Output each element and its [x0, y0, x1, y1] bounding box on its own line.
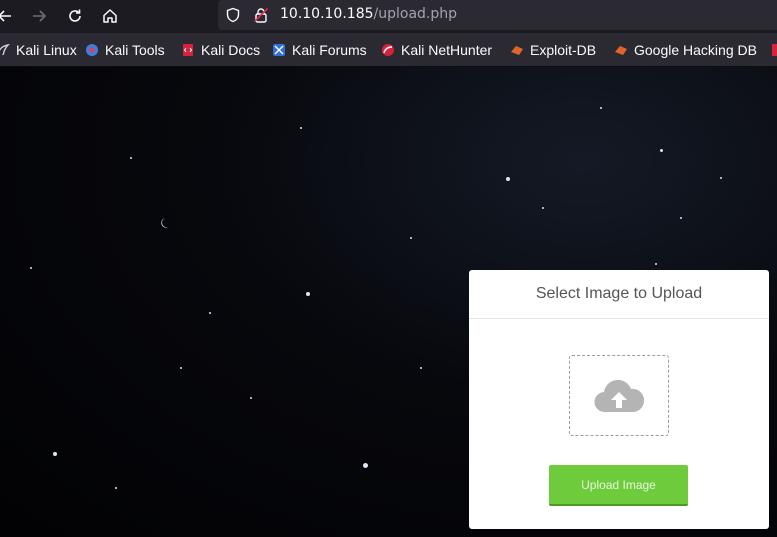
ghdb-icon — [615, 46, 627, 55]
star — [506, 177, 510, 181]
cloud-upload-icon — [594, 379, 645, 412]
bookmark-exploit-db[interactable]: Exploit-DB — [510, 40, 596, 60]
reload-button[interactable] — [64, 5, 86, 27]
bookmarks-bar: Kali Linux Kali Tools Kali Docs Kali For… — [0, 33, 777, 67]
browser-toolbar: 10.10.10.185/upload.php — [0, 0, 777, 33]
kali-forums-icon — [273, 44, 285, 56]
exploit-db-icon — [511, 46, 523, 55]
kali-nethunter-icon — [382, 44, 394, 56]
url-host: 10.10.10.185 — [280, 6, 374, 22]
star — [115, 487, 117, 489]
kali-docs-icon — [183, 44, 193, 56]
bookmark-label: Kali Linux — [16, 42, 77, 58]
bookmark-label: Kali Tools — [105, 42, 165, 58]
star — [542, 207, 544, 209]
home-icon — [103, 9, 117, 23]
star — [250, 397, 252, 399]
forward-arrow-icon — [33, 10, 47, 22]
bookmark-partial-icon — [772, 44, 777, 56]
star — [30, 267, 32, 269]
star — [600, 107, 602, 109]
bookmark-label: Exploit-DB — [530, 42, 597, 58]
forward-button[interactable] — [28, 5, 50, 27]
star — [680, 217, 682, 219]
upload-image-button[interactable]: Upload Image — [549, 465, 688, 506]
star — [53, 452, 57, 456]
bookmark-label: Kali NetHunter — [401, 42, 493, 58]
bookmark-kali-tools[interactable]: Kali Tools — [85, 40, 165, 60]
bookmark-label: Kali Docs — [201, 42, 261, 58]
bookmark-overflow[interactable] — [770, 40, 777, 60]
star — [306, 292, 310, 296]
star — [363, 463, 368, 468]
page-background: Select Image to Upload Upload Image — [0, 67, 777, 537]
url-bar[interactable]: 10.10.10.185/upload.php — [218, 0, 777, 30]
kali-tools-icon — [86, 44, 98, 56]
bookmark-label: Google Hacking DB — [634, 42, 757, 58]
insecure-lock-icon[interactable] — [252, 6, 270, 24]
kali-dragon-icon — [0, 43, 10, 56]
star — [410, 237, 412, 239]
bookmark-google-hacking-db[interactable]: Google Hacking DB — [614, 40, 757, 60]
bookmark-label: Kali Forums — [292, 42, 367, 58]
bookmark-kali-linux[interactable]: Kali Linux — [0, 40, 77, 60]
url-text[interactable]: 10.10.10.185/upload.php — [280, 6, 457, 22]
star — [420, 367, 422, 369]
star — [130, 157, 132, 159]
upload-card: Select Image to Upload Upload Image — [469, 270, 769, 529]
star — [720, 177, 722, 179]
back-arrow-icon — [0, 10, 11, 22]
star — [655, 263, 657, 265]
bookmark-kali-nethunter[interactable]: Kali NetHunter — [381, 40, 492, 60]
upload-card-title: Select Image to Upload — [469, 270, 769, 319]
url-path: /upload.php — [373, 6, 458, 22]
star — [300, 127, 302, 129]
reload-icon — [69, 9, 81, 22]
crescent-moon-icon — [161, 218, 169, 228]
back-button[interactable] — [0, 5, 16, 27]
bookmark-kali-docs[interactable]: Kali Docs — [181, 40, 260, 60]
image-dropzone[interactable] — [569, 355, 669, 436]
star — [180, 367, 182, 369]
star — [209, 312, 211, 314]
shield-icon[interactable] — [224, 6, 242, 24]
bookmark-kali-forums[interactable]: Kali Forums — [272, 40, 367, 60]
star — [660, 149, 663, 152]
home-button[interactable] — [99, 5, 121, 27]
